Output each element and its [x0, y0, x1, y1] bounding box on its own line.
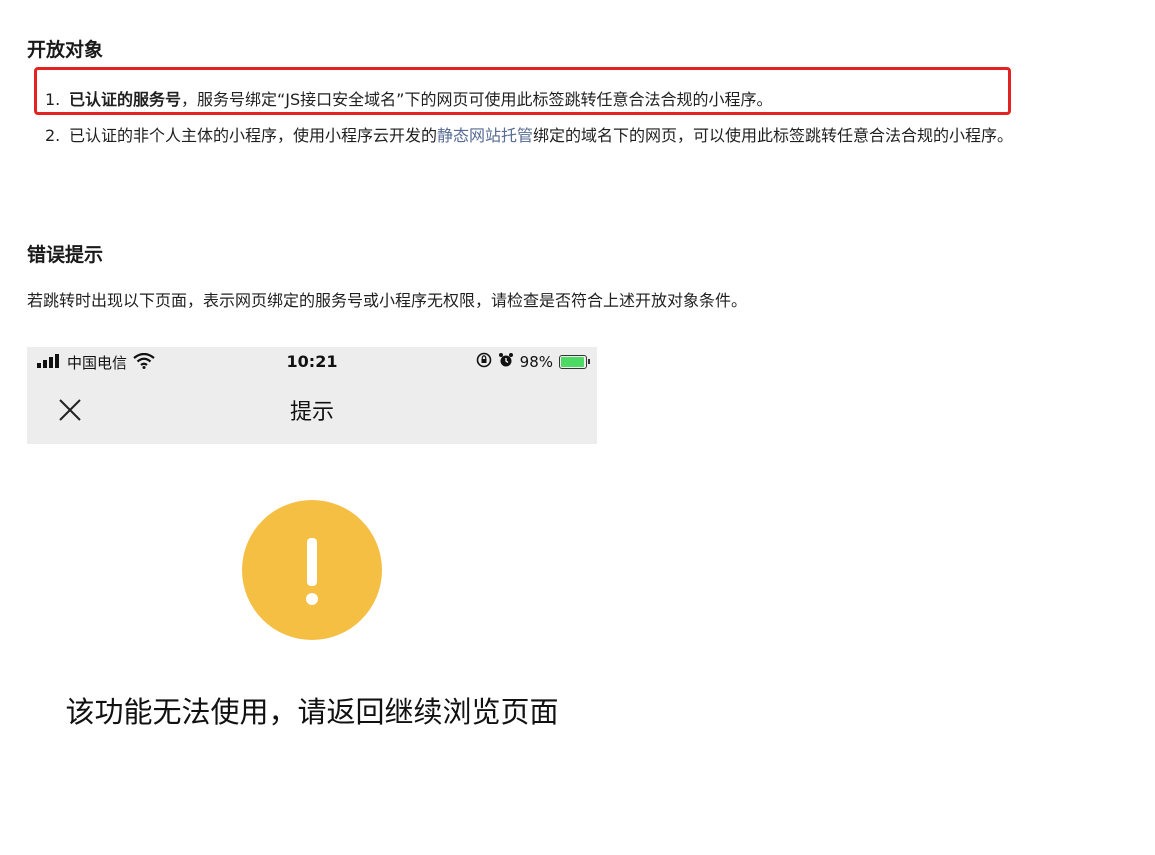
battery-fill	[561, 357, 584, 367]
section-title-open: 开放对象	[27, 39, 104, 61]
battery-icon	[559, 355, 590, 369]
list-item-text: 已认证的非个人主体的小程序，使用小程序云开发的	[69, 126, 438, 145]
status-bar-right: 98%	[476, 352, 590, 372]
list-item: 2. 已认证的非个人主体的小程序，使用小程序云开发的静态网站托管绑定的域名下的网…	[45, 122, 1125, 149]
list-item-text: ，服务号绑定“JS接口安全域名”下的网页可使用此标签跳转任意合法合规的小程序。	[181, 90, 773, 109]
doc-page: 开放对象 1. 已认证的服务号，服务号绑定“JS接口安全域名”下的网页可使用此标…	[0, 0, 1155, 855]
phone-screenshot: 中国电信 10:21 98% 提示 该功能无法使用，请返回继续浏览页面	[27, 347, 597, 827]
alarm-icon	[498, 352, 514, 372]
error-message: 该功能无法使用，请返回继续浏览页面	[65, 695, 559, 729]
list-number: 2.	[45, 126, 61, 145]
list-number: 1.	[45, 90, 61, 109]
warning-icon	[242, 500, 382, 640]
battery-cap	[588, 359, 590, 364]
list-item: 1. 已认证的服务号，服务号绑定“JS接口安全域名”下的网页可使用此标签跳转任意…	[45, 86, 1125, 113]
nav-title: 提示	[289, 400, 334, 425]
list-item-text: 绑定的域名下的网页，可以使用此标签跳转任意合法合规的小程序。	[533, 126, 1014, 145]
static-hosting-link[interactable]: 静态网站托管	[437, 126, 533, 145]
error-description: 若跳转时出现以下页面，表示网页绑定的服务号或小程序无权限，请检查是否符合上述开放…	[27, 291, 748, 310]
battery-percent: 98%	[519, 353, 553, 371]
open-target-list: 1. 已认证的服务号，服务号绑定“JS接口安全域名”下的网页可使用此标签跳转任意…	[45, 86, 1125, 149]
phone-header: 中国电信 10:21 98% 提示	[27, 347, 597, 444]
section-title-error: 错误提示	[27, 244, 104, 266]
list-item-bold: 已认证的服务号	[69, 90, 182, 109]
orientation-lock-icon	[476, 352, 492, 372]
